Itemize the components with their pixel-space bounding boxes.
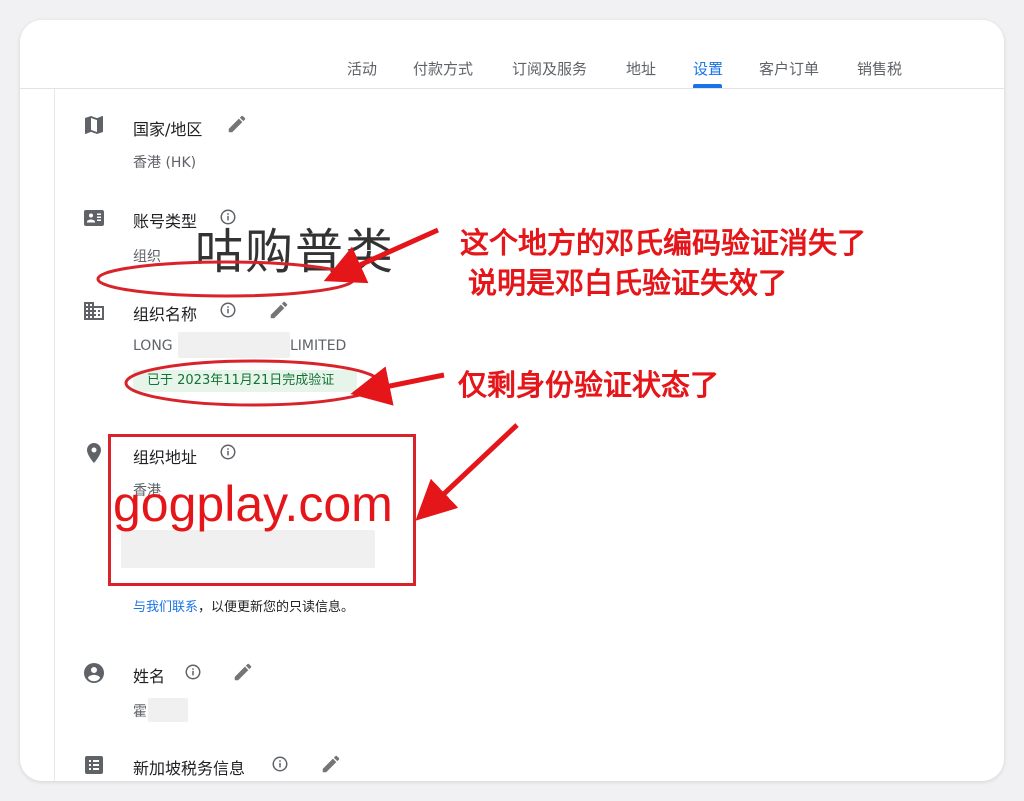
- arrow-to-account-type: [323, 227, 440, 284]
- arrow-to-address: [415, 423, 519, 521]
- highlight-ellipse-verified: [124, 359, 382, 407]
- settings-card: 活动 付款方式 订阅及服务 地址 设置 客户订单 销售税 国家/地区 香港 (H…: [20, 20, 1004, 781]
- annotation-arrows: [96, 227, 519, 521]
- highlight-ellipse-account-type: [96, 260, 356, 298]
